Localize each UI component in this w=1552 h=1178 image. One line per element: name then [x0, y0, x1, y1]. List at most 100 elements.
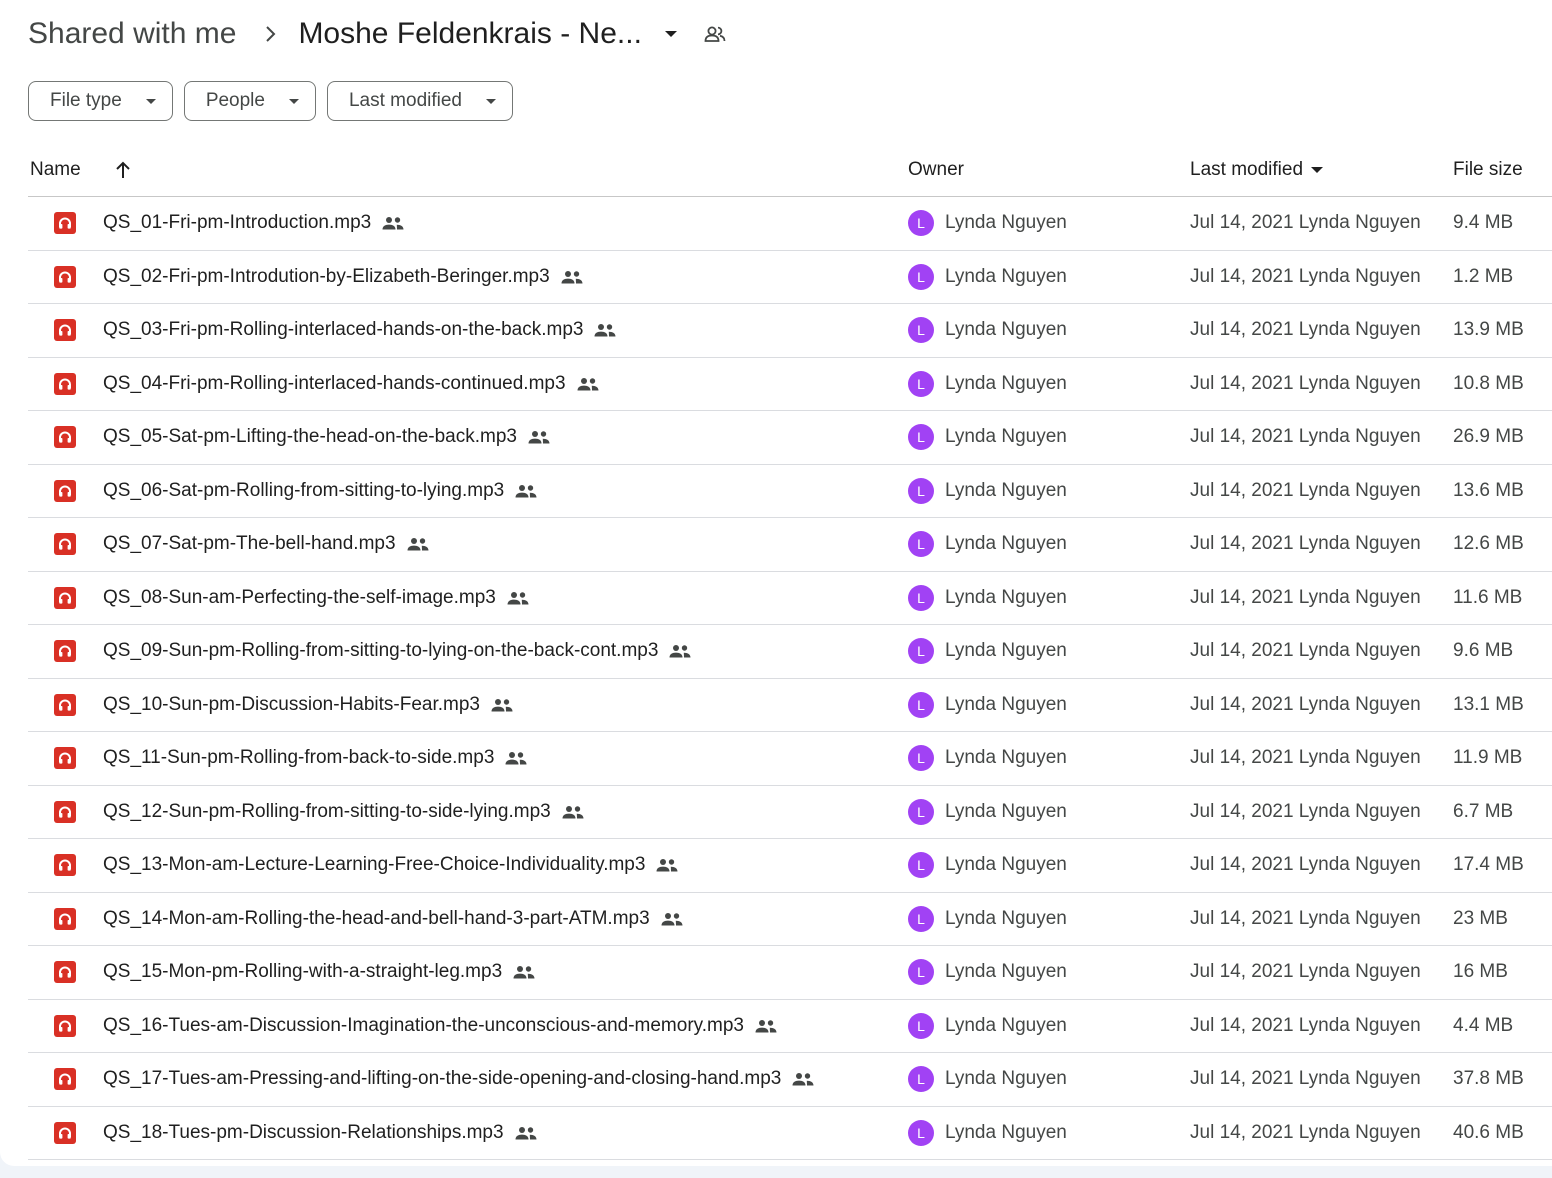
- table-row[interactable]: QS_11-Sun-pm-Rolling-from-back-to-side.m…: [28, 732, 1552, 786]
- last-modified-value: Jul 14, 2021 Lynda Nguyen: [1190, 747, 1421, 768]
- avatar: L: [908, 959, 934, 985]
- file-name: QS_17-Tues-am-Pressing-and-lifting-on-th…: [103, 1068, 782, 1089]
- table-row[interactable]: QS_16-Tues-am-Discussion-Imagination-the…: [28, 1000, 1552, 1053]
- filter-file-type[interactable]: File type: [28, 81, 173, 121]
- table-row[interactable]: QS_02-Fri-pm-Introdution-by-Elizabeth-Be…: [28, 251, 1552, 304]
- avatar: L: [908, 210, 934, 236]
- last-modified-cell: Jul 14, 2021 Lynda Nguyen: [1190, 1000, 1421, 1052]
- audio-file-icon: [54, 479, 76, 502]
- file-name-cell: QS_18-Tues-pm-Discussion-Relationships.m…: [103, 1107, 537, 1159]
- drive-main-panel: Shared with me Moshe Feldenkrais - Ne...…: [0, 0, 1552, 1166]
- filter-people[interactable]: People: [183, 81, 316, 121]
- file-name: QS_16-Tues-am-Discussion-Imagination-the…: [103, 1014, 744, 1036]
- owner-cell: L Lynda Nguyen: [908, 732, 1067, 784]
- file-size-value: 17.4 MB: [1453, 854, 1524, 875]
- breadcrumb: Shared with me Moshe Feldenkrais - Ne...: [28, 12, 726, 56]
- file-list: QS_01-Fri-pm-Introduction.mp3 L Lynda Nguy…: [28, 197, 1552, 1166]
- file-size-cell: 11.9 MB: [1453, 732, 1522, 784]
- shared-people-icon: [669, 644, 691, 658]
- table-row[interactable]: QS_12-Sun-pm-Rolling-from-sitting-to-sid…: [28, 786, 1552, 839]
- filter-last-modified[interactable]: Last modified: [326, 81, 513, 121]
- avatar: L: [908, 1119, 934, 1146]
- table-row[interactable]: QS_05-Sat-pm-Lifting-the-head-on-the-bac…: [28, 411, 1552, 465]
- shared-people-icon: [505, 751, 527, 765]
- table-row[interactable]: QS_15-Mon-pm-Rolling-with-a-straight-leg…: [28, 946, 1552, 1000]
- table-row[interactable]: QS_07-Sat-pm-The-bell-hand.mp3 L Lynda Ngu…: [28, 518, 1552, 572]
- file-size-cell: 9.6 MB: [1453, 625, 1513, 677]
- audio-file-icon: [54, 426, 76, 448]
- audio-file-icon: [54, 1068, 76, 1090]
- file-size-value: 11.9 MB: [1453, 747, 1523, 768]
- table-row[interactable]: QS_13-Mon-am-Lecture-Learning-Free-Choic…: [28, 839, 1552, 893]
- owner-name: Lynda Nguyen: [945, 426, 1067, 447]
- shared-people-icon: [562, 805, 584, 819]
- table-row[interactable]: QS_09-Sun-pm-Rolling-from-sitting-to-lyi…: [28, 625, 1552, 679]
- file-name: QS_10-Sun-pm-Discussion-Habits-Fear.mp3: [103, 693, 480, 715]
- table-row[interactable]: QS_06-Sat-pm-Rolling-from-sitting-to-lyi…: [28, 465, 1552, 518]
- shared-people-icon: [594, 323, 616, 337]
- shared-people-icon: [491, 698, 513, 712]
- file-size-value: 1.2 MB: [1453, 265, 1514, 287]
- arrow-up-icon[interactable]: [115, 161, 131, 179]
- column-header-name[interactable]: Name: [30, 144, 131, 196]
- owner-name: Lynda Nguyen: [945, 265, 1067, 287]
- file-name: QS_02-Fri-pm-Introdution-by-Elizabeth-Be…: [103, 265, 550, 287]
- file-size-cell: 12.6 MB: [1453, 518, 1524, 570]
- file-size-cell: 4.4 MB: [1453, 1000, 1513, 1052]
- file-name-cell: QS_06-Sat-pm-Rolling-from-sitting-to-lyi…: [103, 465, 537, 517]
- table-row[interactable]: QS_04-Fri-pm-Rolling-interlaced-hands-co…: [28, 358, 1552, 411]
- owner-cell: L Lynda Nguyen: [908, 946, 1067, 998]
- owner-cell: L Lynda Nguyen: [908, 625, 1067, 677]
- file-name-cell: QS_07-Sat-pm-The-bell-hand.mp3: [103, 518, 429, 570]
- filter-last-modified-label: Last modified: [348, 90, 462, 111]
- file-size-value: 13.6 MB: [1453, 479, 1524, 501]
- table-row[interactable]: QS_10-Sun-pm-Discussion-Habits-Fear.mp3 L…: [28, 679, 1552, 732]
- caret-down-icon[interactable]: [664, 30, 678, 38]
- file-size-value: 37.8 MB: [1453, 1068, 1524, 1089]
- audio-file-icon: [54, 372, 76, 395]
- last-modified-cell: Jul 14, 2021 Lynda Nguyen: [1190, 518, 1421, 570]
- avatar: L: [908, 638, 934, 664]
- file-name: QS_06-Sat-pm-Rolling-from-sitting-to-lyi…: [103, 479, 505, 501]
- table-row[interactable]: QS_19-Tues-pm-Lapping-movements-of-the-m…: [28, 1160, 1552, 1166]
- file-size-value: 6.7 MB: [1453, 800, 1514, 822]
- file-name-cell: QS_15-Mon-pm-Rolling-with-a-straight-leg…: [103, 946, 535, 998]
- last-modified-value: Jul 14, 2021 Lynda Nguyen: [1190, 212, 1421, 233]
- table-row[interactable]: QS_17-Tues-am-Pressing-and-lifting-on-th…: [28, 1053, 1552, 1107]
- breadcrumb-current-folder[interactable]: Moshe Feldenkrais - Ne...: [298, 17, 641, 51]
- column-header-owner[interactable]: Owner: [908, 144, 964, 196]
- shared-folder-icon: [704, 25, 726, 43]
- audio-file-icon: [54, 907, 76, 930]
- last-modified-value: Jul 14, 2021 Lynda Nguyen: [1190, 961, 1421, 982]
- owner-cell: L Lynda Nguyen: [908, 411, 1067, 463]
- file-size-cell: 26.9 MB: [1453, 411, 1524, 463]
- column-header-last-modified[interactable]: Last modified: [1190, 144, 1324, 196]
- table-row[interactable]: QS_03-Fri-pm-Rolling-interlaced-hands-on…: [28, 304, 1552, 358]
- file-name-cell: QS_13-Mon-am-Lecture-Learning-Free-Choic…: [103, 839, 678, 891]
- table-row[interactable]: QS_14-Mon-am-Rolling-the-head-and-bell-h…: [28, 893, 1552, 946]
- last-modified-cell: Jul 14, 2021 Lynda Nguyen: [1190, 893, 1421, 945]
- table-row[interactable]: QS_01-Fri-pm-Introduction.mp3 L Lynda Nguy…: [28, 197, 1552, 251]
- column-header-file-size[interactable]: File size: [1453, 144, 1523, 196]
- table-row[interactable]: QS_18-Tues-pm-Discussion-Relationships.m…: [28, 1107, 1552, 1160]
- shared-people-icon: [661, 912, 683, 926]
- owner-name: Lynda Nguyen: [945, 1121, 1067, 1143]
- last-modified-cell: Jul 14, 2021 Lynda Nguyen: [1190, 839, 1421, 891]
- table-header: Name Owner Last modified File size: [28, 144, 1552, 197]
- last-modified-value: Jul 14, 2021 Lynda Nguyen: [1190, 800, 1421, 822]
- file-name-cell: QS_04-Fri-pm-Rolling-interlaced-hands-co…: [103, 358, 599, 410]
- last-modified-value: Jul 14, 2021 Lynda Nguyen: [1190, 265, 1421, 287]
- file-name-cell: QS_10-Sun-pm-Discussion-Habits-Fear.mp3: [103, 679, 513, 731]
- file-name-cell: QS_16-Tues-am-Discussion-Imagination-the…: [103, 1000, 777, 1052]
- file-name: QS_05-Sat-pm-Lifting-the-head-on-the-bac…: [103, 426, 517, 447]
- file-size-value: 23 MB: [1453, 907, 1508, 929]
- table-row[interactable]: QS_08-Sun-am-Perfecting-the-self-image.m…: [28, 572, 1552, 625]
- owner-name: Lynda Nguyen: [945, 372, 1067, 394]
- last-modified-value: Jul 14, 2021 Lynda Nguyen: [1190, 640, 1421, 661]
- file-name-cell: QS_01-Fri-pm-Introduction.mp3: [103, 197, 404, 249]
- breadcrumb-shared-with-me[interactable]: Shared with me: [28, 17, 236, 51]
- owner-cell: L Lynda Nguyen: [908, 1053, 1067, 1105]
- audio-file-icon: [54, 747, 76, 769]
- avatar: L: [908, 424, 934, 450]
- owner-cell: L Lynda Nguyen: [908, 358, 1067, 410]
